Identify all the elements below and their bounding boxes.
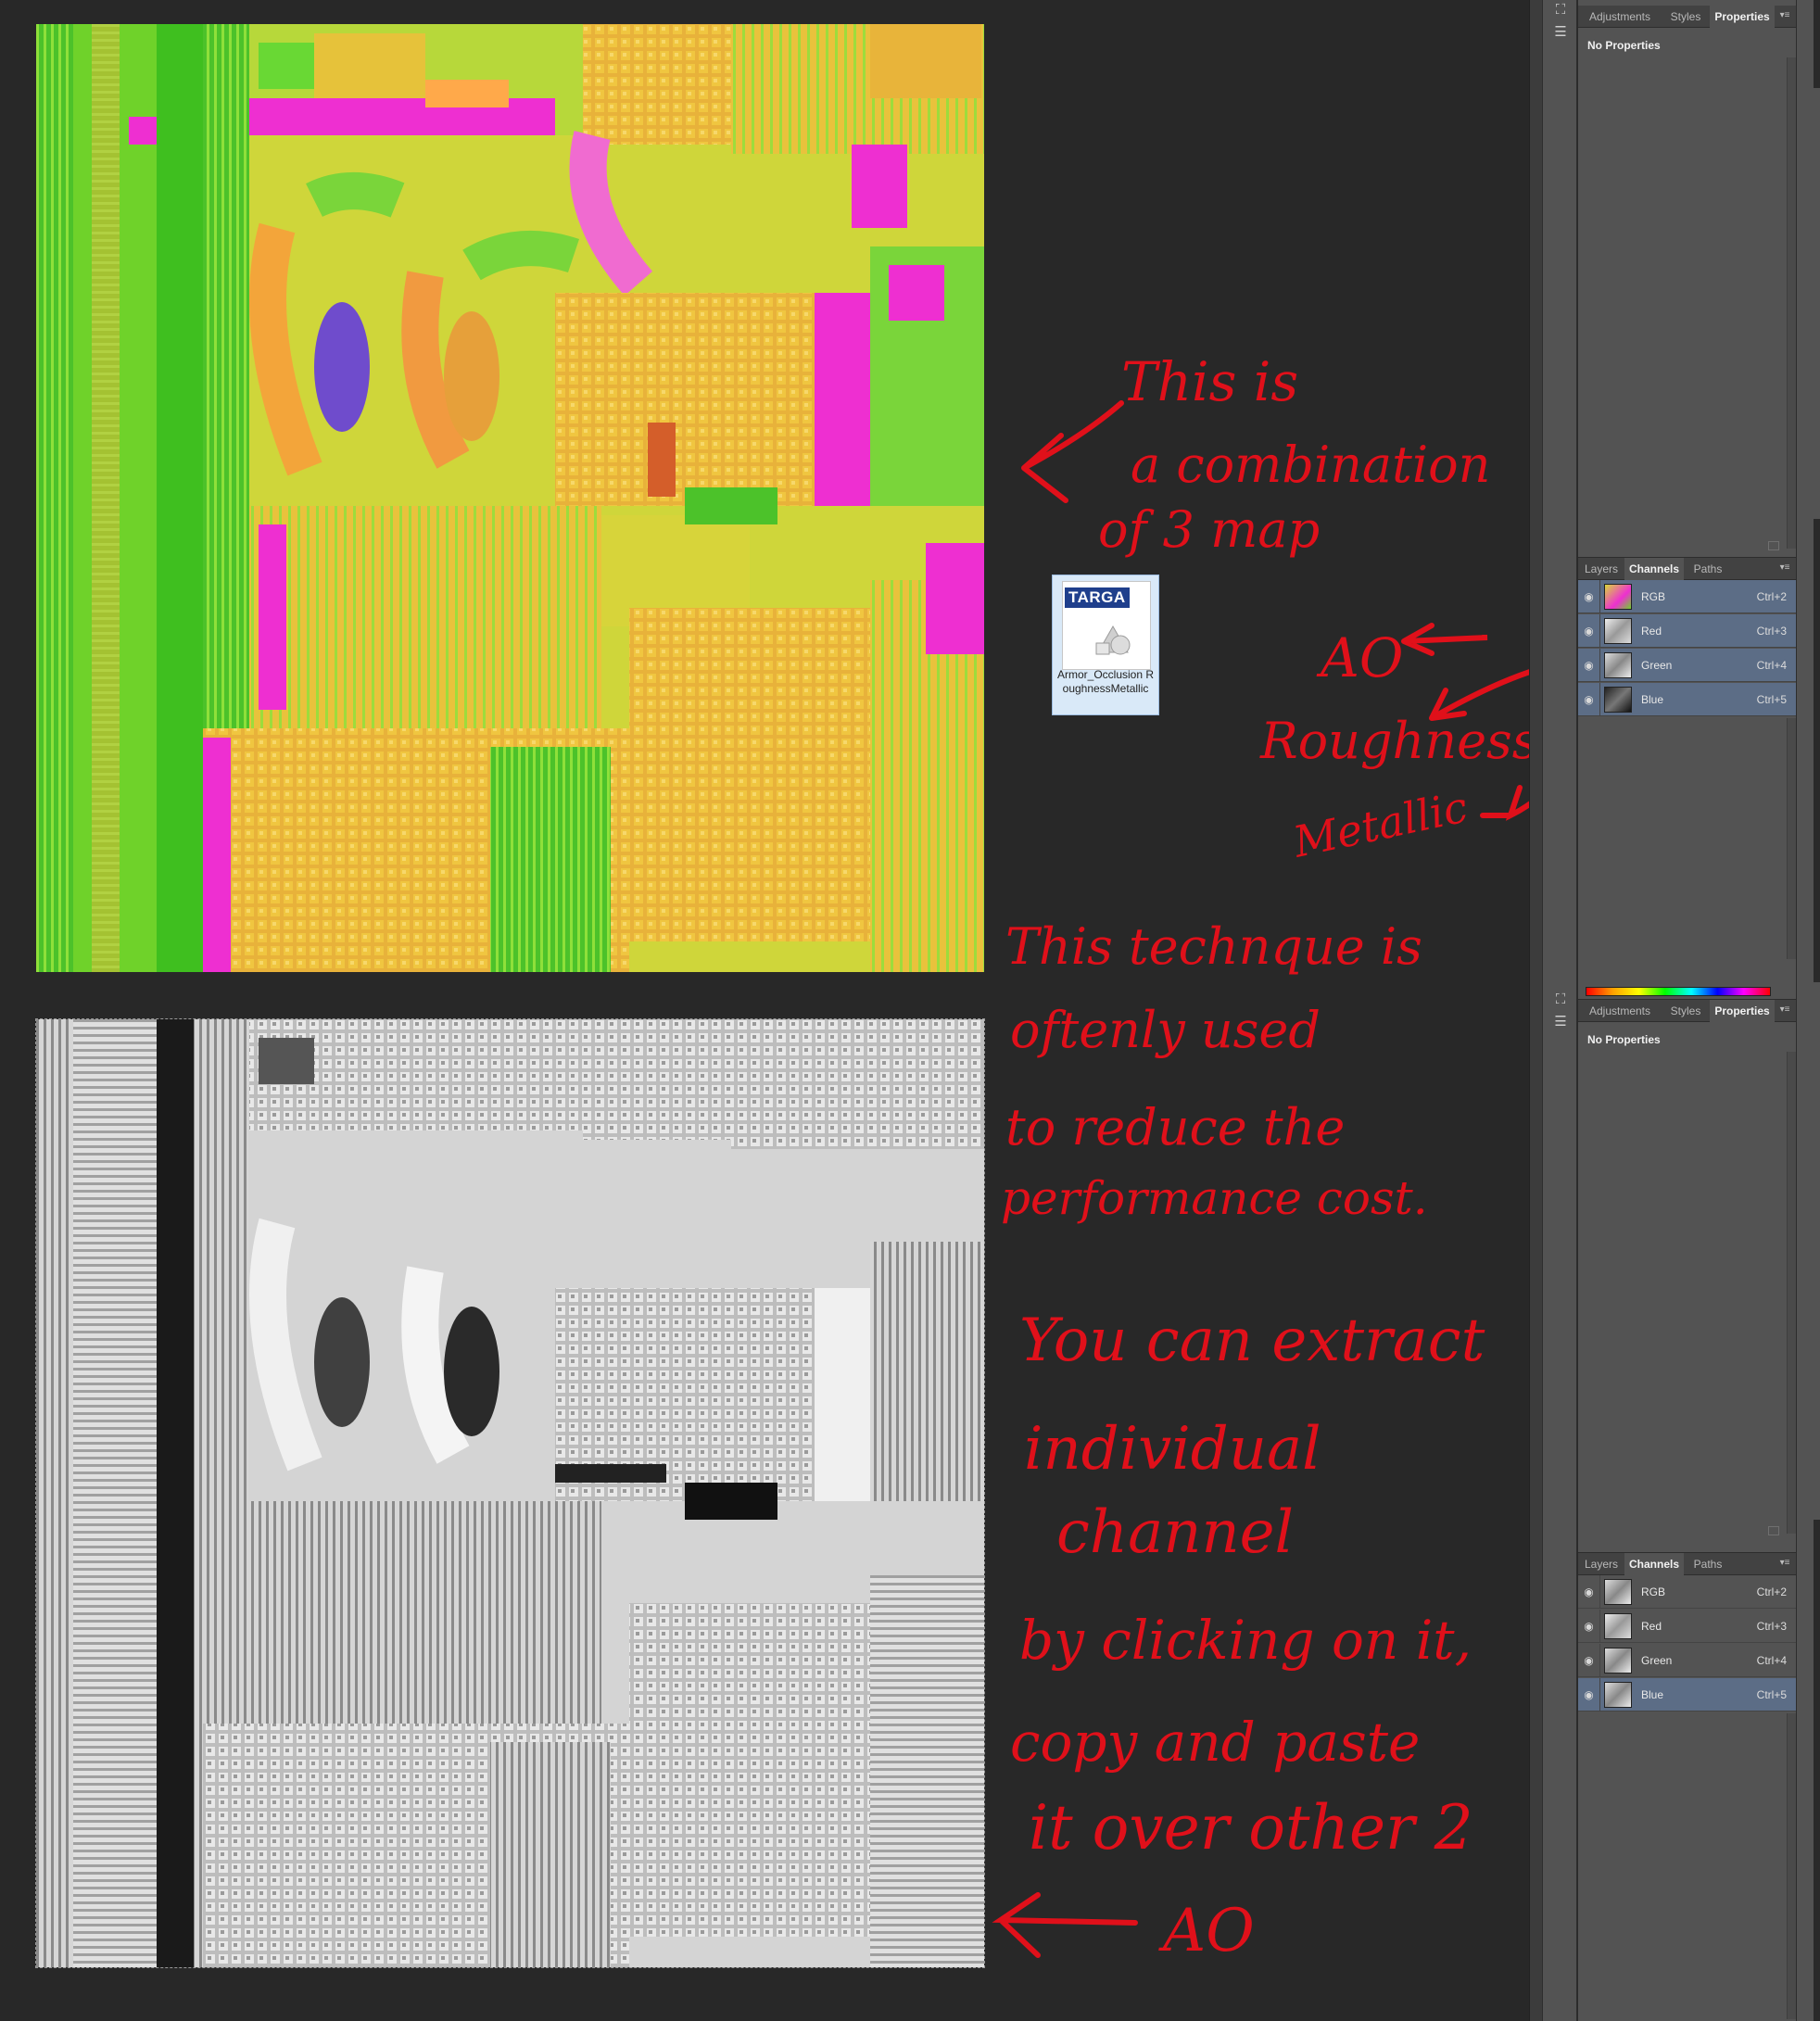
sliders-icon-2[interactable]: ☰ bbox=[1551, 1014, 1570, 1030]
panel-menu-icon[interactable]: ▾≡ bbox=[1777, 1004, 1792, 1017]
edge-shade bbox=[1814, 1520, 1820, 2021]
no-properties-label: No Properties bbox=[1587, 1033, 1661, 1046]
properties-panel-top: Adjustments Styles Properties ▾≡ No Prop… bbox=[1578, 6, 1796, 556]
ao-texture-image bbox=[35, 1018, 985, 1968]
channel-shortcut: Ctrl+3 bbox=[1756, 1620, 1787, 1633]
channel-name: RGB bbox=[1641, 590, 1666, 603]
properties-panel-bottom: Adjustments Styles Properties ▾≡ No Prop… bbox=[1578, 999, 1796, 1539]
dock-divider[interactable] bbox=[1529, 0, 1542, 2021]
tab-layers[interactable]: Layers bbox=[1578, 558, 1624, 580]
tab-layers[interactable]: Layers bbox=[1578, 1553, 1624, 1575]
channel-shortcut: Ctrl+5 bbox=[1756, 693, 1787, 706]
properties-tabs-top: Adjustments Styles Properties ▾≡ bbox=[1578, 6, 1796, 29]
channel-thumbnail bbox=[1604, 687, 1632, 713]
channel-thumbnail bbox=[1604, 1613, 1632, 1639]
eye-icon[interactable]: ◉ bbox=[1578, 614, 1600, 648]
adjustments-icon-2[interactable]: ⛶ bbox=[1551, 992, 1570, 1008]
tab-properties[interactable]: Properties bbox=[1710, 6, 1775, 29]
combined-texture-image bbox=[36, 24, 984, 972]
channel-name: Red bbox=[1641, 1620, 1662, 1633]
tab-channels[interactable]: Channels bbox=[1624, 558, 1684, 581]
channel-thumbnail bbox=[1604, 1579, 1632, 1605]
sliders-icon[interactable]: ☰ bbox=[1551, 24, 1570, 41]
eye-icon[interactable]: ◉ bbox=[1578, 1644, 1600, 1677]
eye-icon[interactable]: ◉ bbox=[1578, 683, 1600, 716]
channels-scrollbar[interactable] bbox=[1787, 718, 1796, 959]
no-properties-label: No Properties bbox=[1587, 39, 1661, 52]
right-edge-dock bbox=[1796, 0, 1820, 2021]
canvas-area: TARGA Armor_Occlusion RoughnessMetallic bbox=[0, 0, 1529, 2021]
properties-scrollbar[interactable] bbox=[1787, 57, 1796, 549]
eye-icon[interactable]: ◉ bbox=[1578, 649, 1600, 682]
tab-paths[interactable]: Paths bbox=[1684, 1553, 1732, 1575]
channel-row-rgb[interactable]: ◉ RGB Ctrl+2 bbox=[1578, 1575, 1796, 1609]
trash-icon[interactable] bbox=[1768, 541, 1779, 550]
channel-shortcut: Ctrl+4 bbox=[1756, 1654, 1787, 1667]
panel-icon-strip: ⛶ ☰ ⛶ ☰ bbox=[1542, 0, 1577, 2021]
channel-thumbnail bbox=[1604, 1682, 1632, 1708]
channel-row-red[interactable]: ◉ Red Ctrl+3 bbox=[1578, 1610, 1796, 1643]
channels-scrollbar[interactable] bbox=[1787, 1713, 1796, 2019]
tab-paths[interactable]: Paths bbox=[1684, 558, 1732, 580]
channel-shortcut: Ctrl+2 bbox=[1756, 590, 1787, 603]
panel-menu-icon[interactable]: ▾≡ bbox=[1777, 9, 1792, 22]
channel-shortcut: Ctrl+4 bbox=[1756, 659, 1787, 672]
channel-thumbnail bbox=[1604, 1648, 1632, 1674]
channel-row-blue[interactable]: ◉ Blue Ctrl+5 bbox=[1578, 683, 1796, 716]
ao-texture-art bbox=[36, 1019, 984, 1967]
channel-row-green[interactable]: ◉ Green Ctrl+4 bbox=[1578, 649, 1796, 682]
tab-styles[interactable]: Styles bbox=[1662, 1000, 1710, 1022]
channel-row-red[interactable]: ◉ Red Ctrl+3 bbox=[1578, 614, 1796, 648]
eye-icon[interactable]: ◉ bbox=[1578, 1575, 1600, 1609]
channel-row-blue[interactable]: ◉ Blue Ctrl+5 bbox=[1578, 1678, 1796, 1712]
channel-name: RGB bbox=[1641, 1585, 1666, 1598]
edge-shade bbox=[1814, 519, 1820, 982]
image-shapes-icon bbox=[1095, 625, 1131, 655]
channel-thumbnail bbox=[1604, 618, 1632, 644]
channel-name: Green bbox=[1641, 1654, 1673, 1667]
panel-column: Adjustments Styles Properties ▾≡ No Prop… bbox=[1578, 0, 1796, 2021]
channel-name: Blue bbox=[1641, 1688, 1664, 1701]
channel-thumbnail bbox=[1604, 584, 1632, 610]
channels-tabs-bottom: Layers Channels Paths ▾≡ bbox=[1578, 1553, 1796, 1576]
channel-shortcut: Ctrl+2 bbox=[1756, 1585, 1787, 1598]
targa-badge: TARGA bbox=[1065, 587, 1130, 608]
channel-row-rgb[interactable]: ◉ RGB Ctrl+2 bbox=[1578, 580, 1796, 613]
channel-row-green[interactable]: ◉ Green Ctrl+4 bbox=[1578, 1644, 1796, 1677]
panel-menu-icon[interactable]: ▾≡ bbox=[1777, 562, 1792, 575]
properties-tabs-bottom: Adjustments Styles Properties ▾≡ bbox=[1578, 1000, 1796, 1023]
combined-texture-art bbox=[36, 24, 984, 972]
tab-styles[interactable]: Styles bbox=[1662, 6, 1710, 28]
panel-menu-icon[interactable]: ▾≡ bbox=[1777, 1557, 1792, 1570]
channel-thumbnail bbox=[1604, 652, 1632, 678]
eye-icon[interactable]: ◉ bbox=[1578, 1610, 1600, 1643]
channel-name: Blue bbox=[1641, 693, 1664, 706]
tab-channels[interactable]: Channels bbox=[1624, 1553, 1684, 1576]
channel-name: Red bbox=[1641, 625, 1662, 638]
file-name-label: Armor_Occlusion RoughnessMetallic bbox=[1056, 668, 1155, 695]
channels-panel-top: Layers Channels Paths ▾≡ ◉ RGB Ctrl+2 ◉ … bbox=[1578, 557, 1796, 965]
tab-adjustments[interactable]: Adjustments bbox=[1578, 1000, 1662, 1022]
channel-shortcut: Ctrl+5 bbox=[1756, 1688, 1787, 1701]
channels-tabs-top: Layers Channels Paths ▾≡ bbox=[1578, 558, 1796, 581]
file-document-icon: TARGA bbox=[1062, 581, 1151, 670]
channel-shortcut: Ctrl+3 bbox=[1756, 625, 1787, 638]
channels-panel-bottom: Layers Channels Paths ▾≡ ◉ RGB Ctrl+2 ◉ … bbox=[1578, 1552, 1796, 2021]
properties-scrollbar[interactable] bbox=[1787, 1052, 1796, 1534]
color-spectrum-bar[interactable] bbox=[1586, 987, 1771, 996]
adjustments-icon[interactable]: ⛶ bbox=[1551, 2, 1570, 19]
channel-name: Green bbox=[1641, 659, 1673, 672]
tab-adjustments[interactable]: Adjustments bbox=[1578, 6, 1662, 28]
eye-icon[interactable]: ◉ bbox=[1578, 580, 1600, 613]
targa-file-icon[interactable]: TARGA Armor_Occlusion RoughnessMetallic bbox=[1052, 575, 1159, 715]
trash-icon[interactable] bbox=[1768, 1526, 1779, 1535]
edge-shade bbox=[1814, 0, 1820, 88]
eye-icon[interactable]: ◉ bbox=[1578, 1678, 1600, 1712]
tab-properties[interactable]: Properties bbox=[1710, 1000, 1775, 1023]
